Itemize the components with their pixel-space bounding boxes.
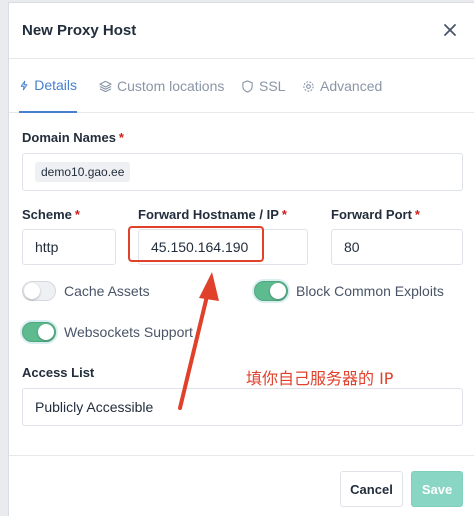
toggle-knob: [24, 283, 40, 299]
tab-details[interactable]: Details: [19, 59, 77, 113]
tab-advanced-label: Advanced: [320, 78, 383, 94]
forward-host-label-text: Forward Hostname / IP: [138, 207, 279, 222]
cancel-button[interactable]: Cancel: [340, 471, 403, 507]
bolt-icon: [20, 80, 28, 90]
toggle-knob: [270, 283, 286, 299]
required-mark: *: [281, 207, 287, 222]
scheme-label: Scheme *: [22, 207, 80, 222]
tab-custom-locations-label: Custom locations: [117, 78, 225, 94]
modal-header: New Proxy Host: [9, 3, 474, 59]
tab-ssl[interactable]: SSL: [241, 59, 285, 113]
close-button[interactable]: [441, 21, 459, 39]
required-mark: *: [118, 130, 124, 145]
block-exploits-toggle[interactable]: [254, 281, 288, 301]
scheme-input[interactable]: http: [22, 229, 116, 265]
domain-names-input[interactable]: demo10.gao.ee: [22, 153, 463, 191]
save-button[interactable]: Save: [411, 471, 463, 507]
tab-custom-locations[interactable]: Custom locations: [99, 59, 224, 113]
tab-advanced[interactable]: Advanced: [302, 59, 382, 113]
required-mark: *: [74, 207, 80, 222]
gear-icon: [303, 80, 314, 92]
domain-names-label-text: Domain Names: [22, 130, 116, 145]
block-exploits-label: Block Common Exploits: [296, 283, 444, 299]
shield-icon: [242, 79, 253, 93]
websockets-label: Websockets Support: [64, 324, 193, 340]
domain-names-label: Domain Names *: [22, 130, 124, 145]
cache-assets-label: Cache Assets: [64, 283, 150, 299]
forward-host-input[interactable]: 45.150.164.190: [138, 229, 308, 265]
websockets-toggle[interactable]: [22, 322, 56, 342]
forward-port-input[interactable]: 80: [331, 229, 463, 265]
tab-ssl-label: SSL: [259, 78, 286, 94]
required-mark: *: [414, 207, 420, 222]
new-proxy-host-modal: New Proxy Host Details Custom locations …: [8, 2, 474, 516]
forward-port-label-text: Forward Port: [331, 207, 412, 222]
layers-icon: [99, 80, 112, 92]
forward-host-value: 45.150.164.190: [151, 239, 249, 255]
forward-port-label: Forward Port *: [331, 207, 420, 222]
tab-bar: Details Custom locations SSL Advanced: [9, 59, 474, 113]
cache-assets-toggle[interactable]: [22, 281, 56, 301]
access-list-select[interactable]: Publicly Accessible: [22, 388, 463, 426]
domain-chip[interactable]: demo10.gao.ee: [35, 162, 131, 182]
modal-title: New Proxy Host: [22, 22, 137, 39]
toggle-knob: [38, 324, 54, 340]
annotation-text: 填你自己服务器的 IP: [246, 369, 394, 388]
close-icon: [444, 24, 456, 36]
access-list-label: Access List: [22, 365, 95, 380]
modal-footer: Cancel Save: [9, 455, 474, 517]
scheme-label-text: Scheme: [22, 207, 72, 222]
tab-details-label: Details: [34, 77, 77, 93]
forward-host-label: Forward Hostname / IP *: [138, 207, 287, 222]
